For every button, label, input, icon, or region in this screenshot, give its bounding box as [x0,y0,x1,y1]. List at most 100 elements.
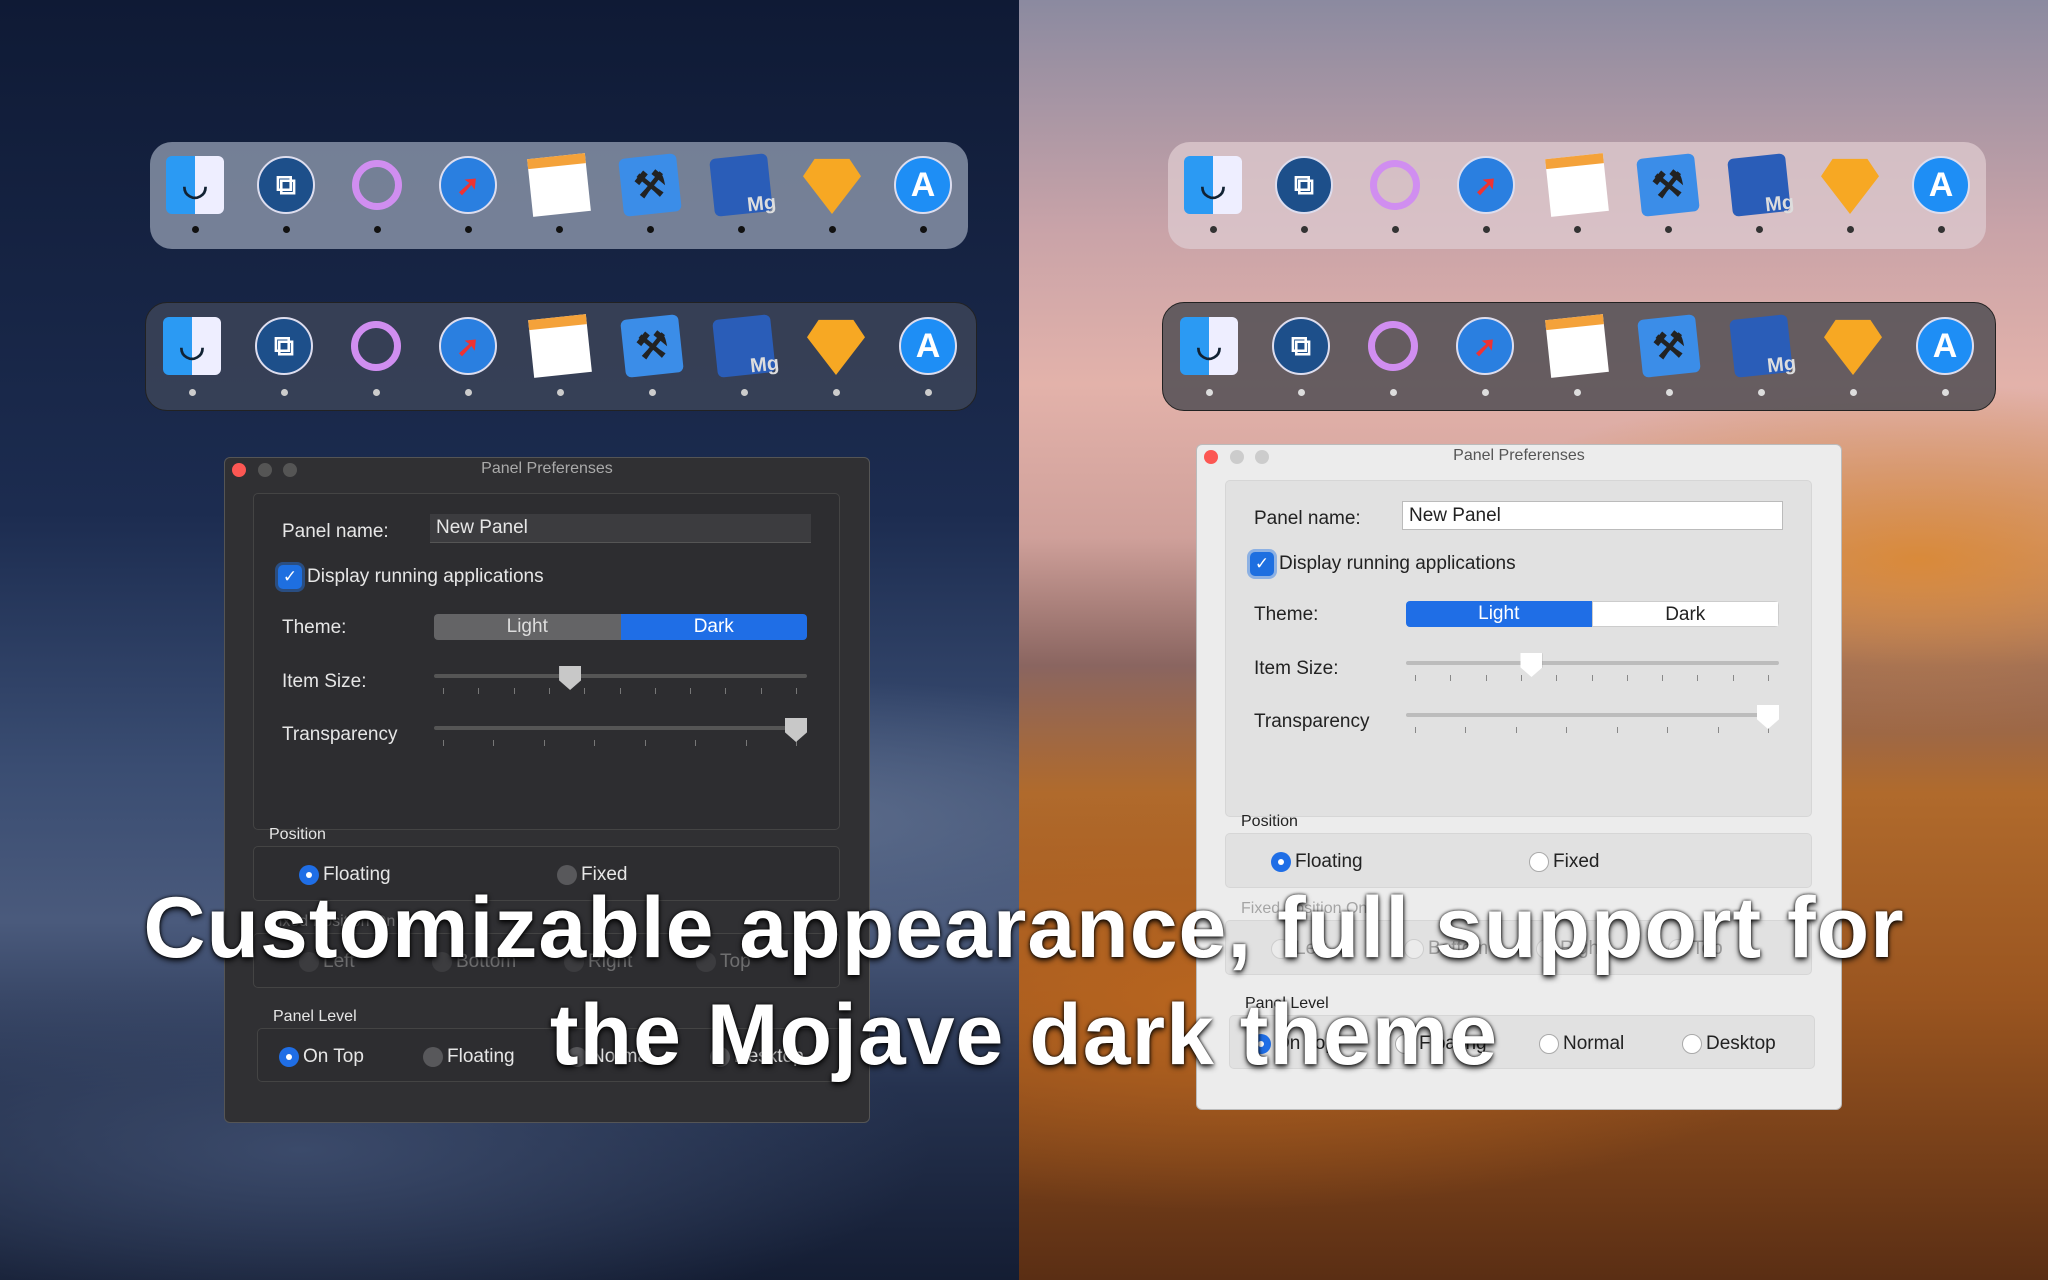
mg-label: Mg [749,352,781,378]
running-indicator-dot [1300,226,1308,233]
running-indicator-dot [373,226,381,233]
finder-icon[interactable]: ◡ [1180,317,1238,375]
sketch-diamond-icon[interactable] [807,319,865,375]
transparency-slider-tick [1616,727,1618,733]
panel-name-label: Panel name: [282,521,389,542]
screenshot-icon[interactable]: ⧉ [1275,156,1333,214]
siri-ring-icon[interactable] [352,160,402,210]
running-indicator-dot [1941,389,1949,396]
transparency-slider-track[interactable] [434,726,807,730]
app-store-icon[interactable]: A [1916,317,1974,375]
display-running-checkbox[interactable]: ✓ [1250,552,1274,576]
running-indicator-dot [1573,226,1581,233]
safari-compass-icon[interactable]: ➚ [439,317,497,375]
general-group-box [1225,480,1812,817]
finder-icon[interactable]: ◡ [166,156,224,214]
xcode-hammer-icon[interactable]: ⚒ [620,314,684,378]
mg-arrow-icon[interactable]: Mg [1727,153,1795,217]
mg-label: Mg [746,191,778,217]
running-indicator-dot [556,389,564,396]
mg-arrow-icon[interactable]: Mg [712,314,780,378]
theme-option-dark[interactable]: Dark [620,614,807,640]
item-size-slider-tick [1450,675,1452,681]
running-indicator-dot [1482,226,1490,233]
theme-option-light[interactable]: Light [434,614,621,640]
sketch-diamond-icon[interactable] [1821,158,1879,214]
pages-icon[interactable] [528,314,592,378]
caption-line-2: the Mojave dark theme [549,987,1499,1083]
pages-icon[interactable] [1545,314,1609,378]
siri-ring-icon[interactable] [351,321,401,371]
general-group-box [253,493,840,830]
item-size-slider-tick [1591,675,1593,681]
app-panel-dock: ◡ ⧉ ➚ ⚒ Mg A [1168,142,1986,249]
theme-segmented-control[interactable]: Light Dark [434,614,807,640]
item-size-slider-track[interactable] [1406,661,1779,665]
xcode-hammer-icon[interactable]: ⚒ [1637,314,1701,378]
theme-option-light[interactable]: Light [1406,601,1592,627]
mg-arrow-icon[interactable]: Mg [1729,314,1797,378]
app-store-icon[interactable]: A [1912,156,1970,214]
pages-icon[interactable] [527,153,591,217]
item-size-label: Item Size: [282,671,367,692]
item-size-label: Item Size: [1254,658,1339,679]
item-size-slider-tick [1662,675,1664,681]
transparency-slider-tick [1717,727,1719,733]
running-indicator-dot [280,389,288,396]
screenshot-icon[interactable]: ⧉ [255,317,313,375]
position-radio-label-floating: Floating [1295,851,1363,872]
item-size-slider-tick [513,688,515,694]
finder-icon[interactable]: ◡ [163,317,221,375]
app-store-icon[interactable]: A [894,156,952,214]
running-indicator-dot [1755,226,1763,233]
siri-ring-icon[interactable] [1370,160,1420,210]
siri-ring-icon[interactable] [1368,321,1418,371]
theme-label: Theme: [1254,604,1319,625]
running-indicator-dot [832,389,840,396]
transparency-slider-tick [745,740,747,746]
panel-name-input[interactable]: New Panel [1402,501,1783,530]
display-running-checkbox[interactable]: ✓ [278,565,302,589]
item-size-slider-tick [478,688,480,694]
item-size-slider-tick [548,688,550,694]
running-indicator-dot [924,389,932,396]
transparency-slider-tick [493,740,495,746]
app-store-icon[interactable]: A [899,317,957,375]
panel-name-input[interactable]: New Panel [430,514,811,543]
screenshot-icon[interactable]: ⧉ [1272,317,1330,375]
running-indicator-dot [464,226,472,233]
app-panel-dock: ◡ ⧉ ➚ ⚒ Mg A [1162,302,1996,411]
position-radio-fixed[interactable] [1529,852,1549,872]
running-indicator-dot [1849,389,1857,396]
running-indicator-dot [1205,389,1213,396]
screenshot-icon[interactable]: ⧉ [257,156,315,214]
mg-arrow-icon[interactable]: Mg [709,153,777,217]
finder-icon[interactable]: ◡ [1184,156,1242,214]
item-size-slider-tick [690,688,692,694]
item-size-slider-tick [1697,675,1699,681]
xcode-hammer-icon[interactable]: ⚒ [1636,153,1700,217]
running-indicator-dot [555,226,563,233]
theme-segmented-control[interactable]: Light Dark [1406,601,1779,627]
safari-compass-icon[interactable]: ➚ [1456,317,1514,375]
item-size-slider-tick [1485,675,1487,681]
running-indicator-dot [828,226,836,233]
position-radio-floating[interactable] [1271,852,1291,872]
running-indicator-dot [372,389,380,396]
xcode-hammer-icon[interactable]: ⚒ [618,153,682,217]
sketch-diamond-icon[interactable] [803,158,861,214]
safari-compass-icon[interactable]: ➚ [1457,156,1515,214]
item-size-slider-tick [1768,675,1769,681]
transparency-slider-track[interactable] [1406,713,1779,717]
safari-compass-icon[interactable]: ➚ [439,156,497,214]
item-size-slider-tick [443,688,444,694]
sketch-diamond-icon[interactable] [1824,319,1882,375]
item-size-slider-track[interactable] [434,674,807,678]
item-size-slider-tick [1626,675,1628,681]
pages-icon[interactable] [1545,153,1609,217]
theme-option-dark[interactable]: Dark [1591,601,1779,627]
running-indicator-dot [1573,389,1581,396]
running-indicator-dot [1297,389,1305,396]
transparency-slider-tick [1465,727,1467,733]
panel-name-label: Panel name: [1254,508,1361,529]
